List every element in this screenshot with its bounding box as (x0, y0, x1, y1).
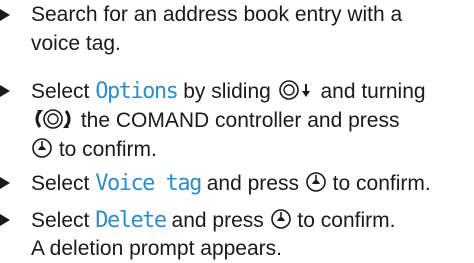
controller-slide-down-icon (277, 79, 315, 101)
step-text-line: voice tag. (31, 32, 121, 55)
step-text: by sliding (177, 80, 277, 103)
step-text: the COMAND controller and press (75, 109, 400, 132)
controller-press-icon (270, 208, 292, 230)
bullet-arrow-icon (0, 177, 10, 189)
step-text: and turning (314, 80, 426, 103)
bullet-arrow-icon (0, 214, 10, 226)
step-text-line: Select Options by sliding and turning (31, 79, 426, 104)
step-text: to confirm. (326, 172, 431, 195)
bullet-arrow-icon (0, 9, 10, 21)
step-text: Select (31, 172, 96, 195)
step-text-line: the COMAND controller and press (31, 108, 399, 132)
menu-item-delete: Delete (95, 208, 167, 233)
step-text: Select (31, 209, 96, 232)
step-text-line: Select Delete and press to confirm. (31, 208, 396, 233)
bullet-arrow-icon (0, 85, 10, 97)
step-text: to confirm. (53, 138, 157, 161)
instruction-list: Search for an address book entry with a … (0, 0, 474, 263)
step-text-line: to confirm. (31, 137, 157, 161)
step-result-text: A deletion prompt appears. (31, 237, 282, 260)
step-text: to confirm. (291, 209, 396, 232)
controller-turn-icon (31, 108, 75, 130)
step-text-line: Search for an address book entry with a (31, 3, 403, 26)
controller-press-icon (305, 171, 327, 193)
step-text: and press (200, 172, 305, 195)
menu-item-voice-tag: Voice tag (95, 171, 202, 196)
step-text: and press (165, 209, 270, 232)
menu-item-options: Options (95, 79, 179, 104)
step-text: Select (31, 80, 96, 103)
step-text-line: Select Voice tag and press to confirm. (31, 171, 431, 196)
controller-press-icon (31, 137, 53, 159)
